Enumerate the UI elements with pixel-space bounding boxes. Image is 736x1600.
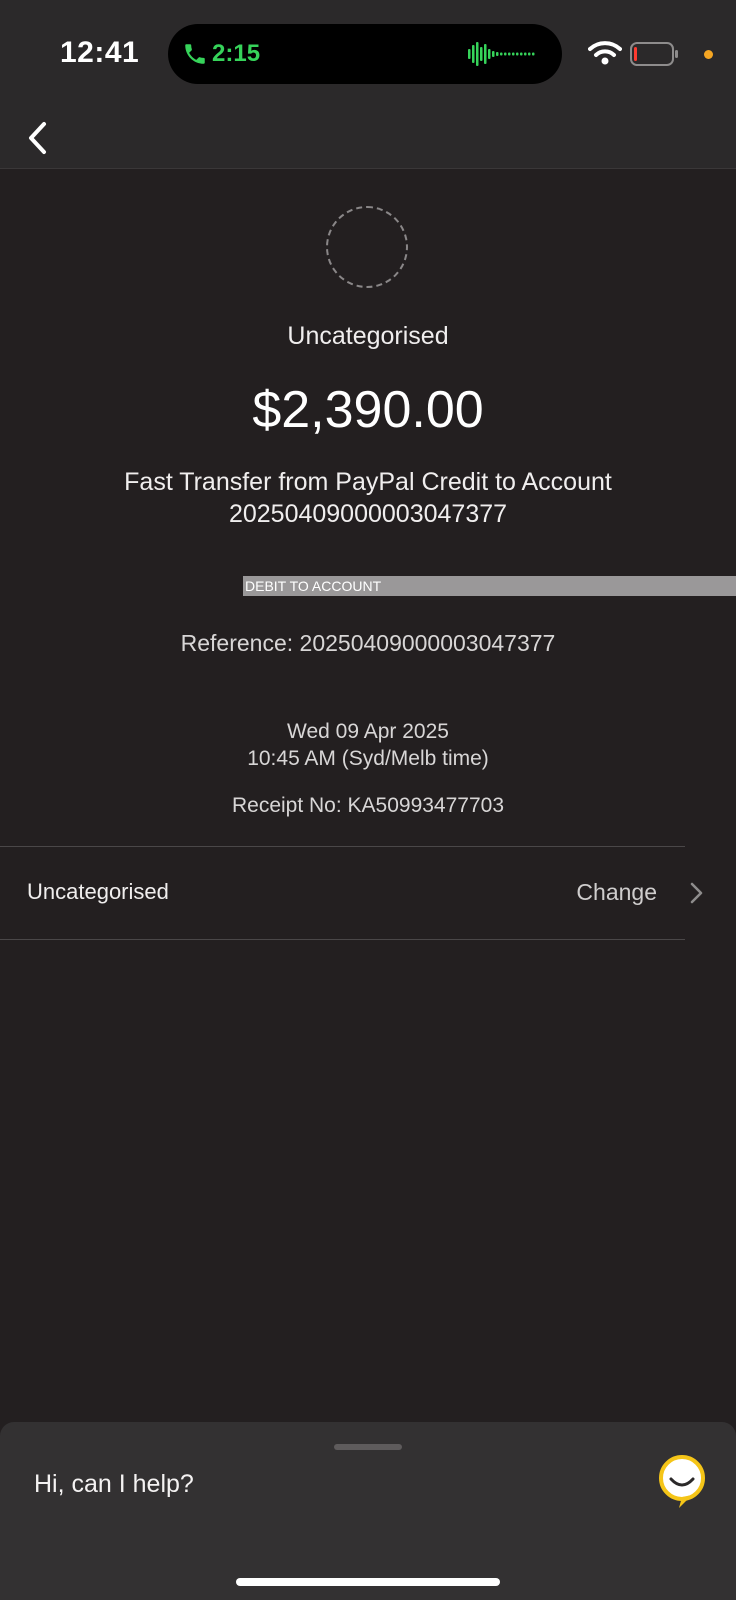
home-indicator[interactable] [236,1578,500,1586]
wifi-icon [588,41,622,65]
transaction-receipt: Receipt No: KA50993477703 [231,794,505,817]
transaction-type-banner: DEBIT TO ACCOUNT [243,576,736,596]
navigation-bar [0,108,736,169]
category-change-row[interactable]: Uncategorised Change [0,846,685,940]
change-category-button[interactable]: Change [576,879,657,906]
transaction-reference: Reference: 20250409000003047377 [180,630,556,656]
assistant-smile-icon[interactable] [656,1454,708,1510]
dynamic-island-call[interactable]: 2:15 [168,24,562,84]
sheet-drag-handle[interactable] [334,1444,402,1450]
transaction-category: Uncategorised [287,322,449,350]
privacy-indicator-dot [704,50,713,59]
back-button[interactable] [16,114,60,162]
transaction-date: Wed 09 Apr 2025 [287,720,449,743]
battery-icon [630,42,678,66]
phone-icon [185,44,205,64]
status-time: 12:41 [60,36,140,69]
category-row-label: Uncategorised [27,879,169,904]
status-bar: 12:41 2:15 [0,0,736,108]
chevron-right-icon [690,882,703,904]
category-icon-placeholder [326,206,408,288]
waveform-icon [468,42,535,66]
transaction-description: Fast Transfer from PayPal Credit to Acco… [124,468,612,528]
help-assistant-sheet[interactable]: Hi, can I help? [0,1422,736,1600]
call-duration: 2:15 [212,40,261,67]
transaction-time: 10:45 AM (Syd/Melb time) [247,747,489,770]
help-prompt[interactable]: Hi, can I help? [34,1470,194,1499]
transaction-amount: $2,390.00 [252,381,484,439]
